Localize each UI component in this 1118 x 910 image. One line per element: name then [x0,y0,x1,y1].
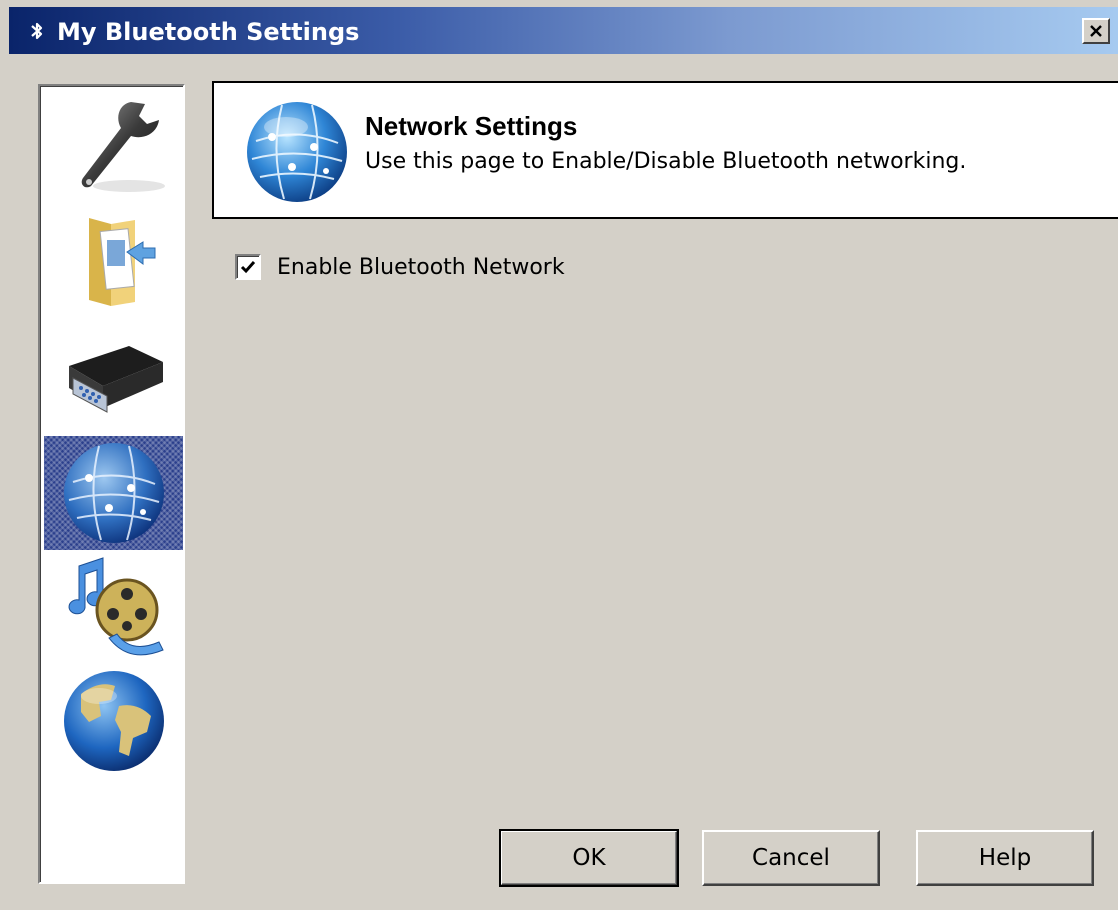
enable-network-option[interactable]: Enable Bluetooth Network [235,252,565,282]
title-bar[interactable]: My Bluetooth Settings [9,7,1118,54]
category-sidebar [38,84,185,884]
file-transfer-folder-icon [88,218,155,306]
ok-button[interactable]: OK [499,829,679,887]
close-icon [1090,25,1102,37]
network-globe-icon [247,102,347,202]
sidebar-item-general[interactable] [44,90,183,204]
serial-port-icon [68,346,163,413]
sidebar-item-internet[interactable] [44,664,183,778]
sidebar-item-multimedia[interactable] [44,552,183,666]
bluetooth-icon [31,22,43,40]
world-globe-icon [63,671,164,771]
page-header: Network Settings Use this page to Enable… [212,81,1118,219]
checkmark-icon [240,261,256,274]
help-button[interactable]: Help [916,830,1094,886]
wrench-icon [81,102,165,192]
multimedia-icon [68,557,164,656]
enable-network-label[interactable]: Enable Bluetooth Network [277,255,565,280]
close-button[interactable] [1082,18,1110,44]
enable-network-checkbox[interactable] [235,254,261,280]
network-globe-icon [63,443,164,543]
page-title: Network Settings [365,111,578,141]
page-description: Use this page to Enable/Disable Bluetoot… [365,149,967,174]
window-title: My Bluetooth Settings [57,18,360,46]
sidebar-item-file-transfer[interactable] [44,204,183,318]
sidebar-item-network[interactable] [44,436,183,550]
sidebar-item-serial-port[interactable] [44,318,183,432]
cancel-button[interactable]: Cancel [702,830,880,886]
